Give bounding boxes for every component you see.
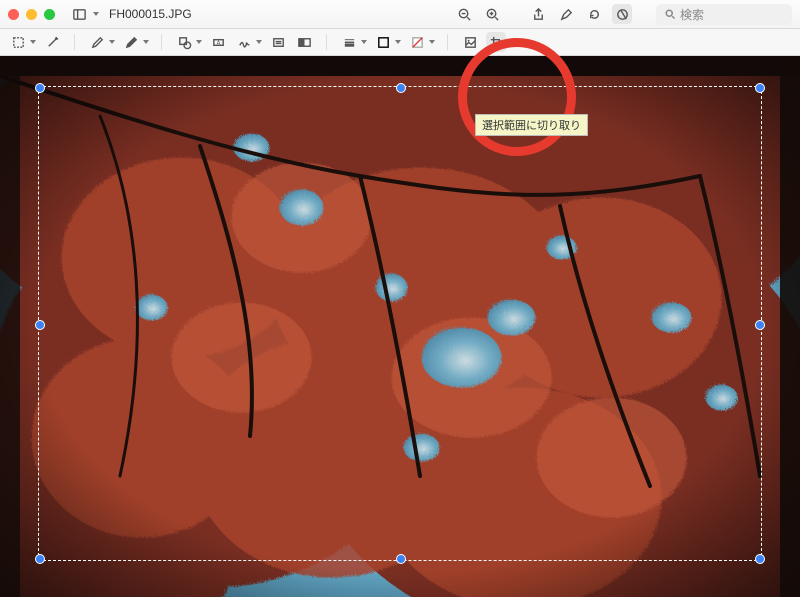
pencil-icon [90, 35, 105, 50]
crop-tooltip: 選択範囲に切り取り [475, 114, 588, 136]
signature-icon [237, 35, 252, 50]
chevron-down-icon[interactable] [30, 40, 36, 44]
fill-color-button[interactable] [407, 32, 427, 52]
fullscreen-window-button[interactable] [44, 9, 55, 20]
titlebar: FH000015.JPG 検索 [0, 0, 800, 29]
image-desc-icon [463, 35, 478, 50]
crop-icon [489, 35, 504, 50]
fill-color-icon [410, 35, 425, 50]
instant-alpha-button[interactable] [42, 32, 62, 52]
minimize-window-button[interactable] [26, 9, 37, 20]
selection-tool-button[interactable] [8, 32, 28, 52]
share-button[interactable] [528, 4, 548, 24]
search-placeholder: 検索 [680, 6, 704, 23]
stroke-icon [342, 35, 357, 50]
filename-label: FH000015.JPG [109, 7, 192, 21]
chevron-down-icon[interactable] [196, 40, 202, 44]
chevron-down-icon[interactable] [256, 40, 262, 44]
selection-rect-icon [11, 35, 26, 50]
note-icon [271, 35, 286, 50]
shapes-button[interactable] [174, 32, 194, 52]
crop-button[interactable] [486, 32, 506, 52]
rotate-icon [587, 7, 602, 22]
highlight-button[interactable] [556, 4, 576, 24]
draw-button[interactable] [121, 32, 141, 52]
svg-text:A: A [216, 40, 220, 46]
stroke-width-button[interactable] [339, 32, 359, 52]
shapes-icon [177, 35, 192, 50]
search-icon [664, 8, 676, 20]
sign-button[interactable] [234, 32, 254, 52]
text-button[interactable]: A [208, 32, 228, 52]
wand-icon [45, 35, 60, 50]
border-color-button[interactable] [373, 32, 393, 52]
zoom-out-icon [457, 7, 472, 22]
photo-content [0, 56, 800, 597]
chevron-down-icon[interactable] [361, 40, 367, 44]
separator [326, 34, 327, 50]
separator [447, 34, 448, 50]
highlighter-icon [559, 7, 574, 22]
image-canvas[interactable]: 選択範囲に切り取り [0, 56, 800, 597]
separator [161, 34, 162, 50]
separator [74, 34, 75, 50]
zoom-in-icon [485, 7, 500, 22]
window-controls [8, 9, 55, 20]
chevron-down-icon[interactable] [395, 40, 401, 44]
zoom-in-button[interactable] [482, 4, 502, 24]
search-field[interactable]: 検索 [656, 4, 792, 25]
adjust-color-icon [297, 35, 312, 50]
annotate-shape-button[interactable] [268, 32, 288, 52]
chevron-down-icon[interactable] [429, 40, 435, 44]
sidebar-icon [72, 7, 87, 22]
adjust-color-button[interactable] [294, 32, 314, 52]
chevron-down-icon[interactable] [109, 40, 115, 44]
text-icon: A [211, 35, 226, 50]
image-description-button[interactable] [460, 32, 480, 52]
chevron-down-icon[interactable] [93, 12, 99, 16]
rotate-button[interactable] [584, 4, 604, 24]
zoom-out-button[interactable] [454, 4, 474, 24]
sketch-button[interactable] [87, 32, 107, 52]
markup-icon [615, 7, 630, 22]
sidebar-toggle-button[interactable] [69, 4, 89, 24]
share-icon [531, 7, 546, 22]
close-window-button[interactable] [8, 9, 19, 20]
border-color-icon [376, 35, 391, 50]
markup-button[interactable] [612, 4, 632, 24]
markup-toolbar: A [0, 29, 800, 56]
pen-icon [124, 35, 139, 50]
chevron-down-icon[interactable] [143, 40, 149, 44]
